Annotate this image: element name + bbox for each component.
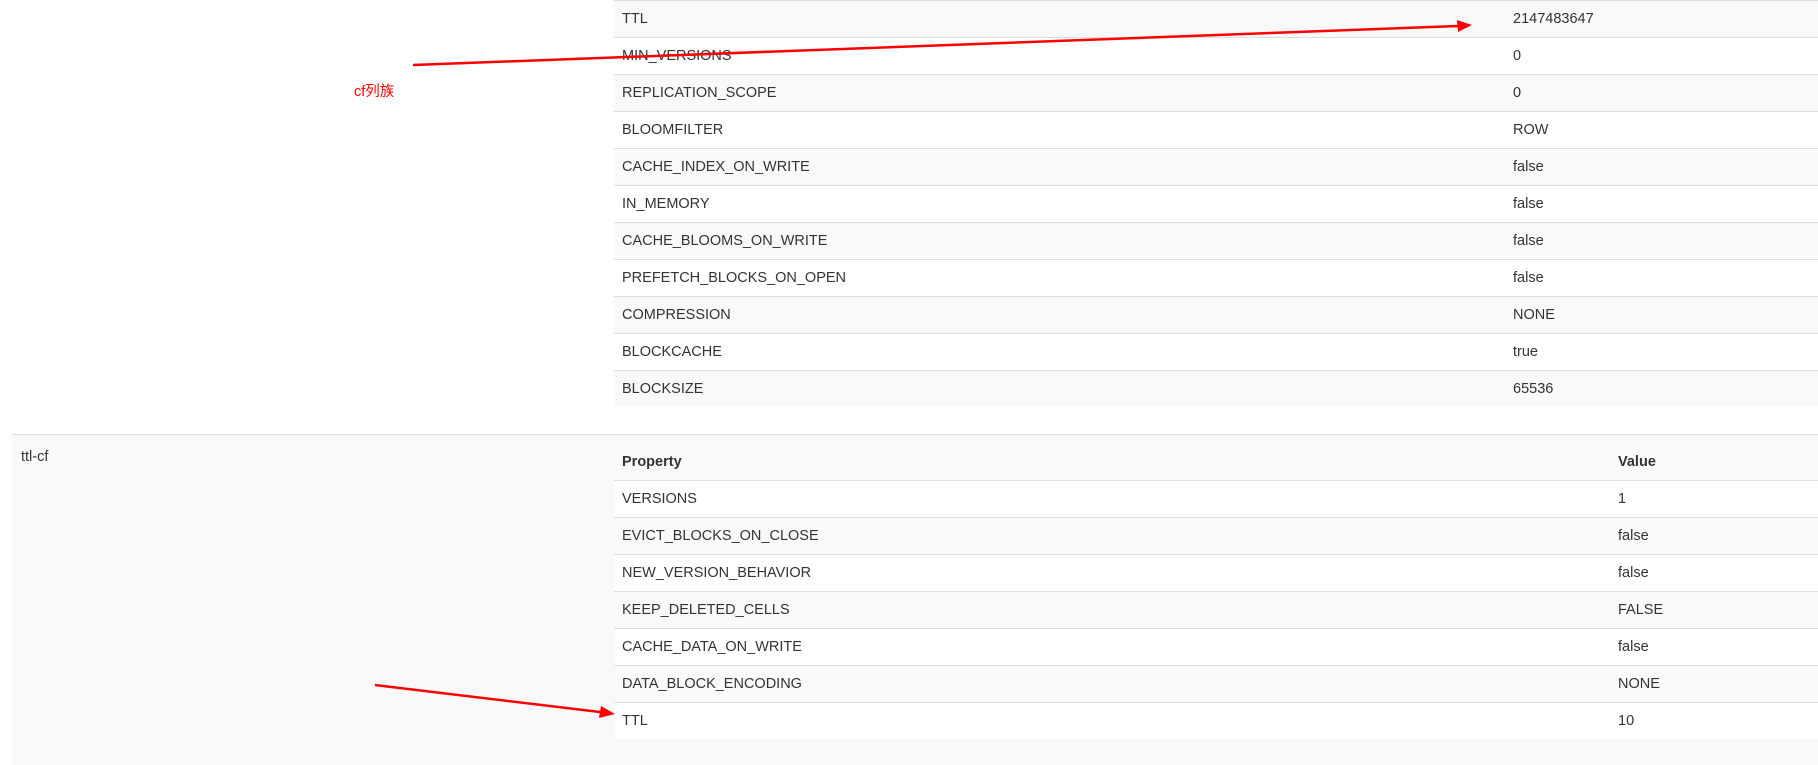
table-row: CACHE_DATA_ON_WRITE false bbox=[614, 628, 1818, 666]
property-value: 0 bbox=[1505, 74, 1818, 112]
property-name: PREFETCH_BLOCKS_ON_OPEN bbox=[614, 259, 1505, 297]
property-value: false bbox=[1610, 628, 1818, 666]
table-row: CACHE_BLOOMS_ON_WRITE false bbox=[614, 222, 1818, 260]
property-value: 0 bbox=[1505, 37, 1818, 75]
property-value: 65536 bbox=[1505, 370, 1818, 407]
property-value: NONE bbox=[1505, 296, 1818, 334]
property-column-header: Property bbox=[614, 444, 1610, 481]
property-name: CACHE_INDEX_ON_WRITE bbox=[614, 148, 1505, 186]
column-family-cf-section: TTL 2147483647 MIN_VERSIONS 0 REPLICATION_… bbox=[12, 0, 1818, 434]
value-column-header: Value bbox=[1610, 444, 1818, 481]
property-name: DATA_BLOCK_ENCODING bbox=[614, 665, 1610, 703]
property-name: EVICT_BLOCKS_ON_CLOSE bbox=[614, 517, 1610, 555]
property-name: KEEP_DELETED_CELLS bbox=[614, 591, 1610, 629]
table-row: VERSIONS 1 bbox=[614, 480, 1818, 518]
property-name: REPLICATION_SCOPE bbox=[614, 74, 1505, 112]
table-row: BLOCKCACHE true bbox=[614, 333, 1818, 371]
property-name: IN_MEMORY bbox=[614, 185, 1505, 223]
property-name: TTL bbox=[614, 0, 1505, 38]
table-row: MIN_VERSIONS 0 bbox=[614, 37, 1818, 75]
property-name: NEW_VERSION_BEHAVIOR bbox=[614, 554, 1610, 592]
ttl-cf-properties-table: Property Value VERSIONS 1 EVICT_BLOCKS_ON… bbox=[614, 444, 1818, 739]
cf-properties-table: TTL 2147483647 MIN_VERSIONS 0 REPLICATION_… bbox=[614, 0, 1818, 407]
property-value: 2147483647 bbox=[1505, 0, 1818, 38]
property-value: true bbox=[1505, 333, 1818, 371]
property-value: NONE bbox=[1610, 665, 1818, 703]
table-row: PREFETCH_BLOCKS_ON_OPEN false bbox=[614, 259, 1818, 297]
property-name: VERSIONS bbox=[614, 480, 1610, 518]
table-row: EVICT_BLOCKS_ON_CLOSE false bbox=[614, 517, 1818, 555]
column-family-ttl-cf-section: ttl-cf Property Value VERSIONS 1 EVICT_BL… bbox=[12, 434, 1818, 765]
table-row: BLOCKSIZE 65536 bbox=[614, 370, 1818, 407]
property-name: COMPRESSION bbox=[614, 296, 1505, 334]
property-name: CACHE_DATA_ON_WRITE bbox=[614, 628, 1610, 666]
table-row: COMPRESSION NONE bbox=[614, 296, 1818, 334]
column-family-name: ttl-cf bbox=[21, 449, 49, 465]
table-row: NEW_VERSION_BEHAVIOR false bbox=[614, 554, 1818, 592]
property-value: false bbox=[1610, 554, 1818, 592]
property-value: false bbox=[1505, 148, 1818, 186]
property-name: TTL bbox=[614, 702, 1610, 739]
property-name: CACHE_BLOOMS_ON_WRITE bbox=[614, 222, 1505, 260]
table-row: IN_MEMORY false bbox=[614, 185, 1818, 223]
table-row: DATA_BLOCK_ENCODING NONE bbox=[614, 665, 1818, 703]
property-value: 10 bbox=[1610, 702, 1818, 739]
table-row: KEEP_DELETED_CELLS FALSE bbox=[614, 591, 1818, 629]
table-row: CACHE_INDEX_ON_WRITE false bbox=[614, 148, 1818, 186]
table-row: TTL 10 bbox=[614, 702, 1818, 739]
table-row: REPLICATION_SCOPE 0 bbox=[614, 74, 1818, 112]
property-value: false bbox=[1505, 259, 1818, 297]
property-value: false bbox=[1505, 222, 1818, 260]
table-header-row: Property Value bbox=[614, 444, 1818, 481]
property-name: BLOOMFILTER bbox=[614, 111, 1505, 149]
property-name: MIN_VERSIONS bbox=[614, 37, 1505, 75]
annotation-label: cf列族 bbox=[354, 84, 395, 100]
property-value: false bbox=[1505, 185, 1818, 223]
table-row: BLOOMFILTER ROW bbox=[614, 111, 1818, 149]
property-value: FALSE bbox=[1610, 591, 1818, 629]
property-value: ROW bbox=[1505, 111, 1818, 149]
property-name: BLOCKSIZE bbox=[614, 370, 1505, 407]
property-value: 1 bbox=[1610, 480, 1818, 518]
table-row: TTL 2147483647 bbox=[614, 0, 1818, 38]
property-value: false bbox=[1610, 517, 1818, 555]
property-name: BLOCKCACHE bbox=[614, 333, 1505, 371]
